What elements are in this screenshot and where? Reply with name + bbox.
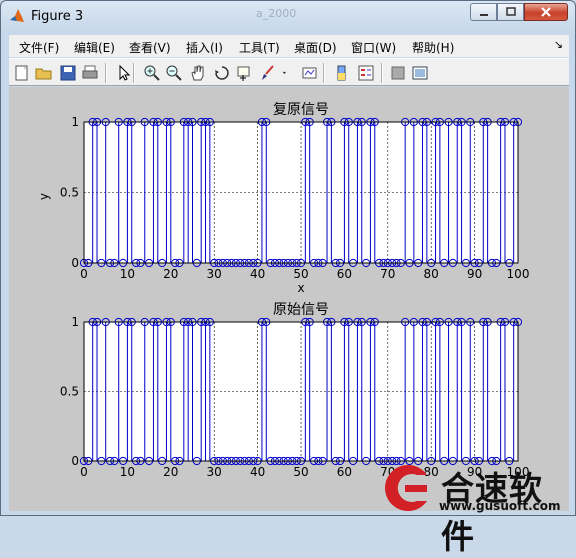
menu-item-7[interactable]: 帮助(H) <box>412 39 454 56</box>
chart-title: 原始信号 <box>273 302 329 318</box>
toolbar-separator <box>323 63 325 83</box>
x-tick-label: 40 <box>250 267 265 281</box>
x-tick-label: 10 <box>120 267 135 281</box>
brush-icon[interactable] <box>259 64 277 82</box>
figure-window: Figure 3 a_2000 ↘ 文件(F) 编辑(E) 查看(V) 插入(I) 工具… <box>0 0 576 556</box>
x-tick-label: 70 <box>380 267 395 281</box>
zoom-in-icon[interactable] <box>143 64 161 82</box>
close-button[interactable] <box>524 3 568 21</box>
plots-svg: 0 10 20 30 40 50 60 70 80 90 10000.51复原信号xy0 10 20 30… <box>37 101 530 479</box>
maximize-icon <box>505 7 516 16</box>
maximize-button[interactable] <box>497 3 524 21</box>
save-icon[interactable] <box>59 64 77 82</box>
y-tick-label: 0.5 <box>60 385 79 399</box>
hide-plot-tools-icon[interactable] <box>389 64 407 82</box>
x-tick-label: 50 <box>293 465 308 479</box>
pointer-icon[interactable] <box>115 64 133 82</box>
x-tick-label: 80 <box>424 267 439 281</box>
y-axis-label: y <box>37 193 51 200</box>
x-tick-label: 40 <box>250 465 265 479</box>
new-figure-icon[interactable] <box>13 64 31 82</box>
x-axis-label: x <box>297 281 304 295</box>
print-icon[interactable] <box>81 64 99 82</box>
y-tick-label: 1 <box>71 315 79 329</box>
watermark-url: www.gusuoft.com <box>439 499 561 513</box>
figure-canvas: 0 10 20 30 40 50 60 70 80 90 100 0 0.5 1 复原信号 x y 0 10 20 30… <box>9 87 569 511</box>
show-plot-tools-icon[interactable] <box>411 64 429 82</box>
menu-item-2[interactable]: 查看(V) <box>129 39 171 56</box>
x-tick-label: 60 <box>337 267 352 281</box>
x-tick-label: 20 <box>163 267 178 281</box>
rotate-3d-icon[interactable] <box>213 64 231 82</box>
legend-icon[interactable] <box>357 64 375 82</box>
close-icon <box>541 7 551 17</box>
toolbar-separator <box>381 63 383 83</box>
pan-hand-icon[interactable] <box>189 64 207 82</box>
axes-2: 0 10 20 30 40 50 60 70 80 90 10000.51原始信号 <box>60 302 530 479</box>
x-tick-label: 10 <box>120 465 135 479</box>
y-tick-label: 0 <box>71 256 79 270</box>
window-title: Figure 3 <box>31 9 84 24</box>
y-tick-label: 0.5 <box>60 186 79 200</box>
axes-1: 0 10 20 30 40 50 60 70 80 90 100 0 0.5 1 复原信号 x y <box>37 101 529 295</box>
link-plot-icon[interactable] <box>301 64 319 82</box>
title-bar[interactable]: Figure 3 a_2000 <box>1 1 575 31</box>
x-tick-label: 20 <box>163 465 178 479</box>
menu-bar: ↘ 文件(F) 编辑(E) 查看(V) 插入(I) 工具(T) 桌面(D) 窗口(W) 帮助(… <box>9 35 569 57</box>
x-tick-label: 90 <box>467 267 482 281</box>
y-tick-label: 1 <box>71 115 79 129</box>
x-tick-label: 30 <box>207 465 222 479</box>
menu-item-5[interactable]: 桌面(D) <box>294 39 337 56</box>
toolbar-separator <box>133 63 135 83</box>
watermark-logo-icon <box>385 465 427 511</box>
x-tick-label: 60 <box>337 465 352 479</box>
toolbar-separator <box>105 63 107 83</box>
x-tick-label: 0 <box>80 465 88 479</box>
x-tick-label: 100 <box>507 267 530 281</box>
y-tick-label: 0 <box>71 454 79 468</box>
brush-dropdown-icon[interactable] <box>281 64 291 82</box>
matlab-app-icon <box>10 9 24 22</box>
data-cursor-icon[interactable] <box>235 64 253 82</box>
minimize-icon <box>479 14 488 16</box>
chart-title: 复原信号 <box>273 101 329 118</box>
x-tick-label: 50 <box>293 267 308 281</box>
menu-item-3[interactable]: 插入(I) <box>186 39 223 56</box>
colorbar-icon[interactable] <box>333 64 351 82</box>
background-window-text: a_2000 <box>256 7 297 20</box>
minimize-button[interactable] <box>470 3 497 21</box>
x-tick-label: 30 <box>207 267 222 281</box>
menu-item-4[interactable]: 工具(T) <box>239 39 280 56</box>
menu-item-1[interactable]: 编辑(E) <box>74 39 115 56</box>
zoom-out-icon[interactable] <box>165 64 183 82</box>
menubar-dock-arrow-icon[interactable]: ↘ <box>554 38 563 51</box>
figure-toolbar <box>9 58 569 86</box>
menu-item-6[interactable]: 窗口(W) <box>351 39 396 56</box>
x-tick-label: 0 <box>80 267 88 281</box>
menu-item-0[interactable]: 文件(F) <box>19 39 59 56</box>
open-file-icon[interactable] <box>35 64 53 82</box>
